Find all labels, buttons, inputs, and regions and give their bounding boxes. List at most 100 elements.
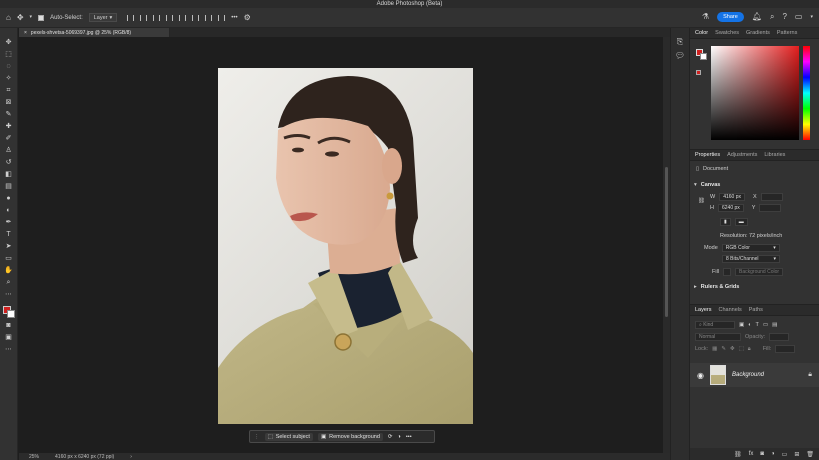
canvas-area[interactable]: ⋮ ⬚ Select subject ▣ Remove background ⟳… [19, 37, 662, 453]
height-input[interactable]: 6240 px [717, 204, 744, 212]
blend-mode-dropdown[interactable]: Normal [695, 333, 741, 341]
tab-patterns[interactable]: Patterns [777, 30, 797, 36]
portrait-orientation-button[interactable]: ▮ [720, 218, 731, 226]
remove-background-button[interactable]: ▣ Remove background [317, 432, 383, 441]
rectangle-tool-icon[interactable]: ▭ [4, 254, 14, 263]
close-icon[interactable]: × [24, 30, 27, 36]
align-top-icon[interactable] [166, 14, 174, 21]
workspace-icon[interactable]: ▭ [795, 13, 803, 21]
healing-brush-icon[interactable]: ✚ [4, 122, 14, 131]
rulers-section-header[interactable]: ▸ Rulers & Grids [694, 284, 739, 290]
more-tools-icon[interactable]: ⋯ [4, 290, 14, 299]
filter-shape-icon[interactable]: ▭ [763, 322, 768, 328]
transform-icon[interactable]: ⟳ [388, 434, 393, 440]
layer-style-icon[interactable]: fx [749, 451, 754, 457]
tab-paths[interactable]: Paths [749, 307, 763, 313]
lock-all-icon[interactable]: 🔒︎ [748, 346, 751, 353]
comments-panel-icon[interactable]: 💬︎ [675, 52, 685, 60]
blur-tool-icon[interactable]: ● [4, 194, 14, 203]
opacity-input[interactable] [769, 333, 790, 341]
share-button[interactable]: Share [717, 12, 744, 22]
x-input[interactable] [760, 193, 783, 201]
more-options-button[interactable]: ••• [406, 434, 412, 440]
pen-tool-icon[interactable]: ✒ [4, 218, 14, 227]
align-middle-icon[interactable] [179, 14, 187, 21]
align-bottom-icon[interactable] [192, 14, 200, 21]
tab-properties[interactable]: Properties [695, 152, 720, 158]
vertical-scrollbar[interactable] [663, 37, 670, 453]
gear-icon[interactable]: ⚙ [244, 13, 251, 22]
color-picker-field[interactable] [711, 46, 799, 140]
dodge-tool-icon[interactable]: ◐ [4, 206, 14, 215]
background-color-swatch[interactable] [700, 53, 707, 60]
edit-toolbar-icon[interactable]: ⋯ [4, 345, 14, 354]
distribute-vertical-icon[interactable] [218, 14, 226, 21]
filter-smart-icon[interactable]: ▤ [772, 322, 777, 328]
lock-transparency-icon[interactable]: ▦ [712, 346, 717, 352]
type-tool-icon[interactable]: T [4, 230, 14, 239]
home-icon[interactable]: ⌂ [6, 13, 11, 22]
align-right-icon[interactable] [153, 14, 161, 21]
color-swatches[interactable] [2, 306, 15, 318]
background-color-swatch[interactable] [6, 310, 15, 318]
out-of-gamut-swatch[interactable] [696, 70, 701, 75]
distribute-icon[interactable] [205, 14, 213, 21]
layer-row-background[interactable]: ◉ Background 🔒︎ [690, 363, 819, 387]
search-icon[interactable]: ⌕ [770, 13, 774, 21]
hue-slider[interactable] [803, 46, 810, 140]
layer-filter-dropdown[interactable]: ⌕ Kind [695, 321, 735, 329]
frame-tool-icon[interactable]: ⊠ [4, 98, 14, 107]
link-layers-icon[interactable]: ⛓ [734, 451, 742, 458]
object-select-icon[interactable]: ✧ [4, 74, 14, 83]
hand-tool-icon[interactable]: ✋ [4, 266, 14, 275]
lock-position-icon[interactable]: ✥ [730, 346, 735, 352]
zoom-level[interactable]: 25% [29, 454, 39, 460]
canvas-section-header[interactable]: ▾ Canvas [694, 182, 720, 188]
fill-swatch[interactable] [723, 268, 732, 276]
align-center-icon[interactable] [140, 14, 148, 21]
adjust-icon[interactable]: ◑ [398, 434, 401, 440]
filter-type-icon[interactable]: T [756, 322, 759, 328]
stamp-tool-icon[interactable]: ♙ [4, 146, 14, 155]
brush-tool-icon[interactable]: ✐ [4, 134, 14, 143]
chevron-down-icon[interactable]: ▾ [30, 15, 33, 20]
filter-pixel-icon[interactable]: ▣ [739, 322, 744, 328]
more-options-button[interactable]: ••• [231, 15, 237, 21]
width-input[interactable]: 4160 px [719, 193, 745, 201]
tab-adjustments[interactable]: Adjustments [727, 152, 757, 158]
auto-select-dropdown[interactable]: Layer ▾ [88, 13, 118, 22]
landscape-orientation-button[interactable]: ▬ [734, 218, 748, 226]
fill-input[interactable] [775, 345, 796, 353]
history-brush-icon[interactable]: ↺ [4, 158, 14, 167]
tab-gradients[interactable]: Gradients [746, 30, 770, 36]
tab-swatches[interactable]: Swatches [715, 30, 739, 36]
zoom-tool-icon[interactable]: ⌕ [4, 278, 14, 287]
new-layer-icon[interactable]: ⊞ [794, 451, 799, 458]
scrollbar-thumb[interactable] [665, 167, 668, 317]
move-tool-icon[interactable]: ✥ [4, 38, 14, 47]
move-tool-icon[interactable]: ✥ [17, 13, 24, 22]
document-info[interactable]: 4160 px x 6240 px (72 ppi) [55, 454, 114, 460]
help-icon[interactable]: ? [782, 13, 786, 21]
chevron-right-icon[interactable]: › [130, 454, 132, 460]
add-mask-icon[interactable]: ◙ [760, 451, 764, 457]
document-image[interactable] [218, 68, 473, 424]
bell-icon[interactable]: 🔔︎ [752, 13, 762, 21]
bit-depth-dropdown[interactable]: 8 Bits/Channel ▾ [722, 255, 780, 263]
eraser-icon[interactable]: ◧ [4, 170, 14, 179]
link-icon[interactable]: ⛓ [698, 198, 705, 204]
layer-name[interactable]: Background [732, 372, 802, 378]
marquee-tool-icon[interactable]: ⬚ [4, 50, 14, 59]
tab-color[interactable]: Color [695, 30, 708, 36]
tab-channels[interactable]: Channels [719, 307, 742, 313]
flask-icon[interactable]: ⚗ [702, 13, 709, 21]
filter-adjustment-icon[interactable]: ◐ [748, 322, 751, 328]
eyedropper-icon[interactable]: ✎ [4, 110, 14, 119]
drag-handle-icon[interactable]: ⋮ [254, 434, 260, 440]
tab-layers[interactable]: Layers [695, 307, 712, 313]
layer-thumbnail[interactable] [709, 365, 726, 385]
y-input[interactable] [759, 204, 782, 212]
crop-tool-icon[interactable]: ⌗ [4, 86, 14, 95]
lock-pixels-icon[interactable]: ✎ [721, 346, 726, 352]
gradient-tool-icon[interactable]: ▤ [4, 182, 14, 191]
